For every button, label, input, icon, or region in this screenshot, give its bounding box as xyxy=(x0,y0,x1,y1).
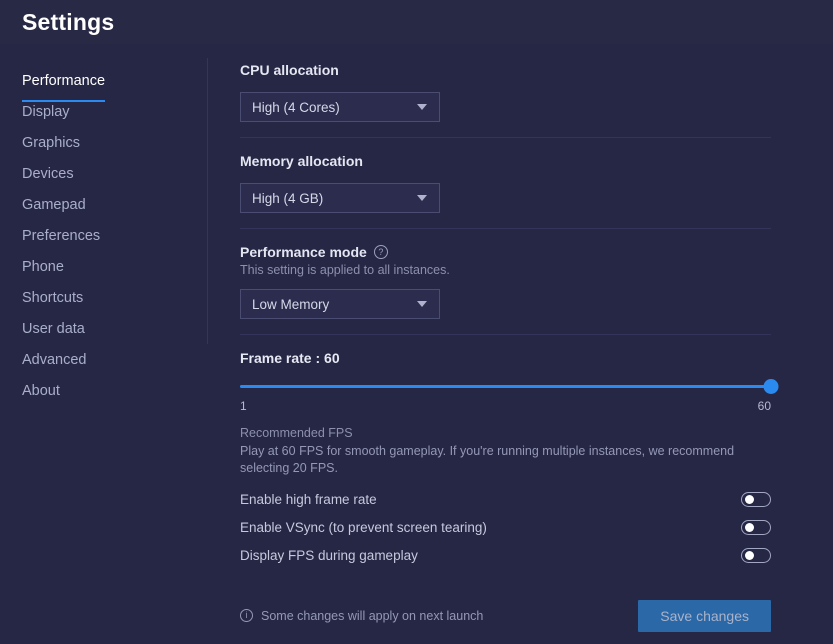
chevron-down-icon xyxy=(417,104,427,110)
toggle-knob xyxy=(744,495,754,504)
sidebar-item-label: Graphics xyxy=(22,135,81,151)
sidebar-item-display[interactable]: Display xyxy=(0,97,208,128)
divider xyxy=(240,137,771,138)
sidebar-item-list: Performance Display Graphics Devices Gamepad… xyxy=(0,66,208,407)
performance-mode-label: Performance mode xyxy=(240,244,367,260)
sidebar-item-about[interactable]: About xyxy=(0,376,208,407)
window-header: Settings xyxy=(0,0,833,44)
toggle-label: Display FPS during gameplay xyxy=(240,548,418,563)
recommended-fps-body: Play at 60 FPS for smooth gameplay. If y… xyxy=(240,444,735,476)
settings-window: Settings Performance Display Graphics Devic… xyxy=(0,0,833,644)
slider-thumb[interactable] xyxy=(763,379,779,394)
sidebar-item-preferences[interactable]: Preferences xyxy=(0,221,208,252)
toggle-knob xyxy=(744,551,754,560)
frame-rate-slider[interactable] xyxy=(240,379,779,395)
info-circle-icon: i xyxy=(240,609,253,622)
sidebar-item-label: Gamepad xyxy=(22,197,86,213)
settings-footer: i Some changes will apply on next launch… xyxy=(240,599,771,632)
cpu-allocation-label: CPU allocation xyxy=(240,62,339,78)
slider-fill xyxy=(240,385,771,388)
toggle-list: Enable high frame rate Enable VSync (to p… xyxy=(240,486,771,570)
performance-mode-label-row: Performance mode ? xyxy=(240,244,771,260)
frame-rate-title: Frame rate : 60 xyxy=(240,350,340,366)
question-mark-circle-icon[interactable]: ? xyxy=(373,245,388,259)
slider-scale: 1 60 xyxy=(240,399,771,415)
sidebar-item-label: Phone xyxy=(22,259,64,275)
slider-min-label: 1 xyxy=(240,399,247,413)
memory-allocation-label: Memory allocation xyxy=(240,153,363,169)
toggle-row: Display FPS during gameplay xyxy=(240,542,771,570)
memory-allocation-value: High (4 GB) xyxy=(252,190,324,206)
sidebar-item-gamepad[interactable]: Gamepad xyxy=(0,190,208,221)
sidebar-item-label: Display xyxy=(22,104,70,120)
chevron-down-icon xyxy=(417,301,427,307)
sidebar-item-graphics[interactable]: Graphics xyxy=(0,128,208,159)
section-cpu-allocation: CPU allocation High (4 Cores) xyxy=(240,62,771,137)
divider xyxy=(240,334,771,335)
toggle-knob xyxy=(744,523,754,532)
footer-note: i Some changes will apply on next launch xyxy=(240,609,483,623)
sidebar-item-label: Shortcuts xyxy=(22,290,84,306)
sidebar-item-performance[interactable]: Performance xyxy=(0,66,208,102)
recommended-fps-title: Recommended FPS xyxy=(240,426,353,440)
sidebar-nav: Performance Display Graphics Devices Gamepad… xyxy=(0,44,208,644)
page-title: Settings xyxy=(22,8,115,35)
toggle-switch[interactable] xyxy=(741,492,771,507)
memory-allocation-select[interactable]: High (4 GB) xyxy=(240,183,440,213)
toggle-switch[interactable] xyxy=(741,548,771,563)
settings-main-panel: CPU allocation High (4 Cores) Memory all… xyxy=(208,44,833,644)
chevron-down-icon xyxy=(417,195,427,201)
sidebar-item-user-data[interactable]: User data xyxy=(0,314,208,345)
performance-mode-value: Low Memory xyxy=(252,296,330,312)
sidebar-item-label: About xyxy=(22,383,60,399)
section-performance-mode: Performance mode ? This setting is appli… xyxy=(240,244,771,334)
sidebar-item-label: Advanced xyxy=(22,352,87,368)
performance-mode-description: This setting is applied to all instances… xyxy=(240,263,450,277)
section-memory-allocation: Memory allocation High (4 GB) xyxy=(240,153,771,228)
section-frame-rate: Frame rate : 60 1 60 Recommended FPS Pla… xyxy=(240,350,779,486)
toggle-row: Enable VSync (to prevent screen tearing) xyxy=(240,514,771,542)
divider xyxy=(240,228,771,229)
toggle-switch[interactable] xyxy=(741,520,771,535)
toggle-row: Enable high frame rate xyxy=(240,486,771,514)
toggle-label: Enable VSync (to prevent screen tearing) xyxy=(240,520,487,535)
settings-body: Performance Display Graphics Devices Gamepad… xyxy=(0,44,833,644)
sidebar-item-phone[interactable]: Phone xyxy=(0,252,208,283)
sidebar-item-label: Devices xyxy=(22,166,74,182)
sidebar-item-devices[interactable]: Devices xyxy=(0,159,208,190)
sidebar-item-label: Performance xyxy=(22,66,106,102)
save-changes-button[interactable]: Save changes xyxy=(638,599,771,632)
slider-max-label: 60 xyxy=(757,399,771,413)
cpu-allocation-select[interactable]: High (4 Cores) xyxy=(240,92,440,122)
sidebar-item-label: Preferences xyxy=(22,228,101,244)
sidebar-item-label: User data xyxy=(22,321,85,337)
footer-note-text: Some changes will apply on next launch xyxy=(261,608,484,623)
sidebar-item-shortcuts[interactable]: Shortcuts xyxy=(0,283,208,314)
cpu-allocation-value: High (4 Cores) xyxy=(252,99,340,115)
performance-mode-select[interactable]: Low Memory xyxy=(240,289,440,319)
toggle-label: Enable high frame rate xyxy=(240,492,377,507)
sidebar-item-advanced[interactable]: Advanced xyxy=(0,345,208,376)
